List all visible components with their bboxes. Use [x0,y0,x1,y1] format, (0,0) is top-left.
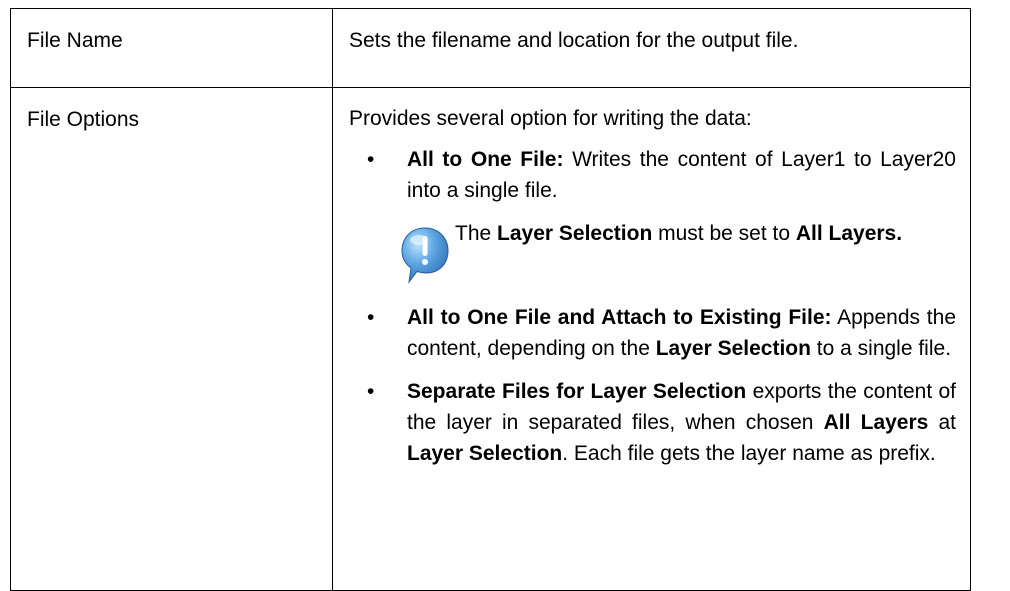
option-title: All to One File: [407,148,564,171]
bullet-marker: • [367,380,375,403]
note-middle: must be set to [652,222,796,245]
options-list: • All to One File: Writes the content of… [349,144,956,206]
bullet-marker: • [367,148,375,171]
note-callout: The Layer Selection must be set to All L… [399,218,956,290]
bullet-marker: • [367,306,375,329]
option-description: Sets the filename and location for the o… [349,29,799,52]
note-prefix: The [455,222,498,245]
table-row: File Name Sets the filename and location… [10,8,971,88]
option-description-cell: Provides several option for writing the … [332,87,971,591]
list-item: • Separate Files for Layer Selection exp… [349,376,956,469]
option-name-cell: File Options [10,87,333,591]
option-title: Separate Files for Layer Selection [407,380,747,403]
option-title: All to One File and Attach to Existing F… [407,306,832,329]
info-exclamation-icon [401,227,449,284]
note-text: The Layer Selection must be set to All L… [455,218,956,249]
table-row: File Options Provides several option for… [10,87,971,591]
option-emphasis: All Layers [823,411,929,434]
option-description-cell: Sets the filename and location for the o… [332,8,971,88]
option-emphasis: Layer Selection [407,442,563,465]
option-text: . Each file gets the layer name as prefi… [562,442,936,465]
option-name: File Options [27,108,140,131]
option-emphasis: Layer Selection [655,337,811,360]
options-intro: Provides several option for writing the … [349,107,752,130]
option-name: File Name [27,29,123,52]
note-emphasis-all-layers: All Layers. [795,222,903,245]
note-emphasis-layer-selection: Layer Selection [497,222,653,245]
option-text: at [928,411,956,434]
options-table: File Name Sets the filename and location… [10,8,971,591]
option-text: to a single file. [810,337,952,360]
options-list: • All to One File and Attach to Existing… [349,302,956,469]
list-item: • All to One File: Writes the content of… [349,144,956,206]
option-name-cell: File Name [10,8,333,88]
list-item: • All to One File and Attach to Existing… [349,302,956,364]
